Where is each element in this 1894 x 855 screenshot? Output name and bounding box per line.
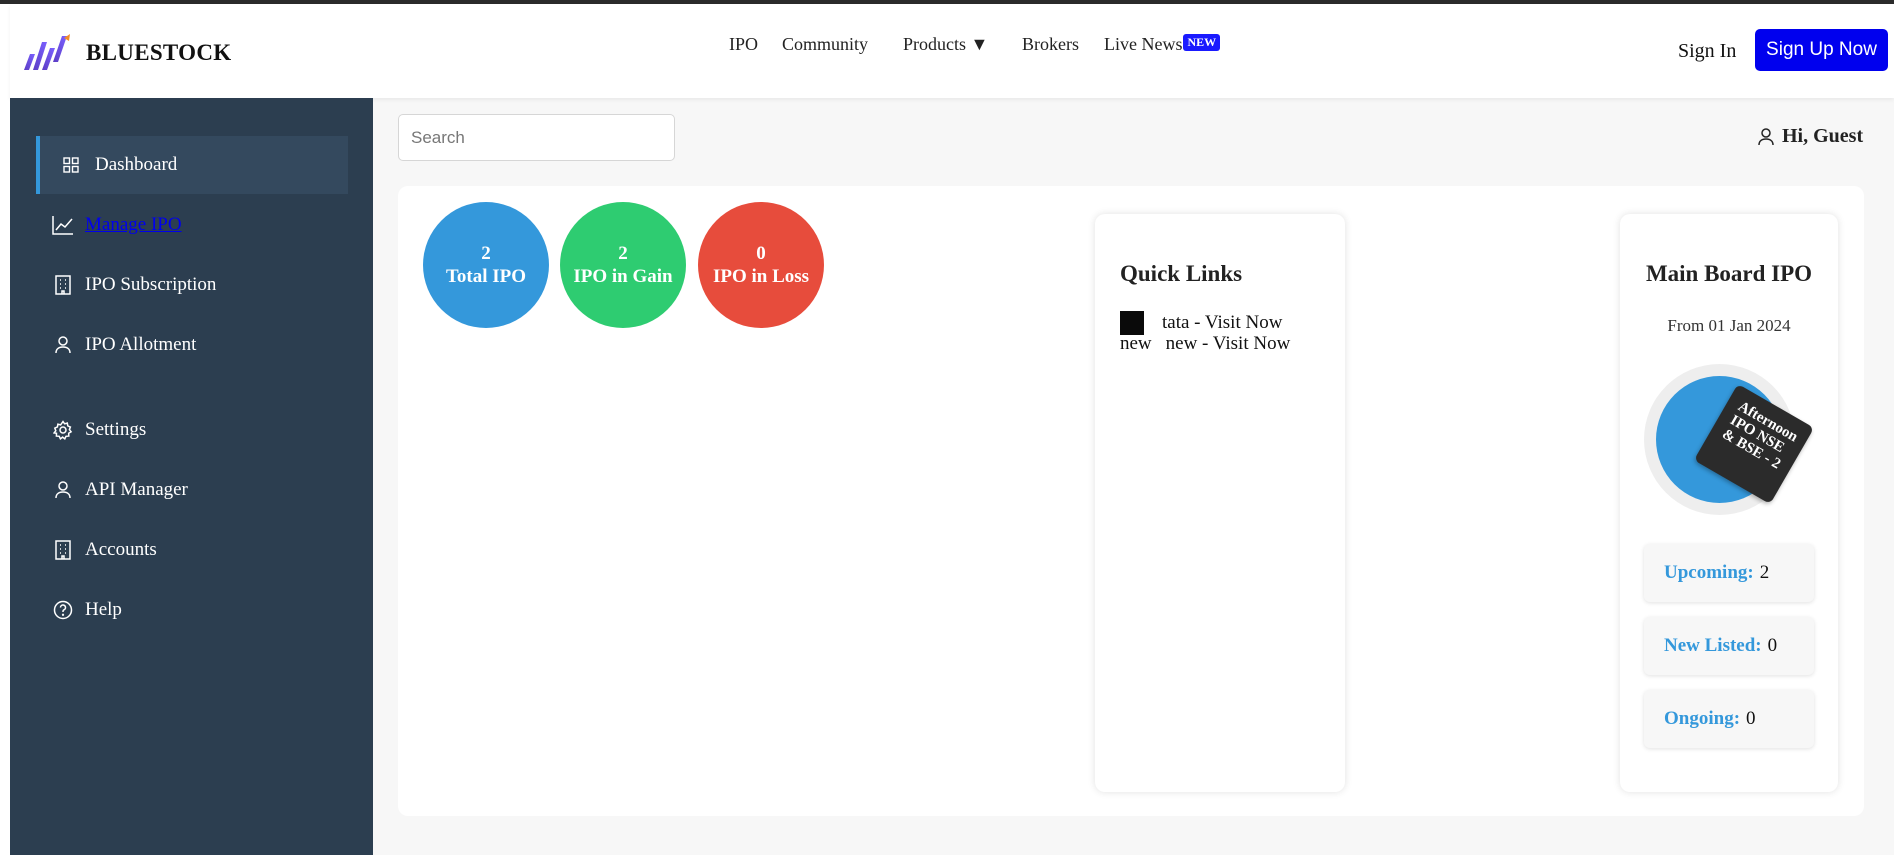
user-icon	[52, 479, 74, 501]
building-icon	[52, 539, 74, 561]
stat-total-ipo: 2 Total IPO	[423, 202, 549, 328]
sidebar-item-help[interactable]: Help	[36, 581, 348, 639]
stat-label: New Listed:	[1664, 635, 1762, 656]
sidebar-item-label: IPO Subscription	[85, 274, 217, 295]
sidebar-item-label: Help	[85, 599, 122, 620]
stat-ipo-in-loss: 0 IPO in Loss	[698, 202, 824, 328]
sidebar-item-ipo-subscription[interactable]: IPO Subscription	[36, 256, 348, 314]
new-listed-stat: New Listed: 0	[1644, 617, 1814, 675]
sign-in-link[interactable]: Sign In	[1678, 40, 1736, 63]
nav-ipo[interactable]: IPO	[729, 34, 758, 55]
quick-link-text[interactable]: tata - Visit Now	[1162, 312, 1282, 334]
quick-links-card: Quick Links tata - Visit Now new new - V…	[1095, 214, 1345, 792]
sidebar-item-label: Dashboard	[95, 154, 178, 175]
user-icon	[1758, 127, 1774, 145]
stat-value: 0	[1746, 708, 1756, 729]
stat-value: 2	[1759, 562, 1770, 583]
grid-icon	[60, 154, 82, 176]
sidebar-item-dashboard[interactable]: Dashboard	[36, 136, 348, 194]
new-badge: NEW	[1183, 34, 1221, 51]
stat-value: 0	[756, 243, 766, 264]
brand-name: BLUESTOCK	[86, 40, 232, 65]
nav-products[interactable]: Products ▼	[903, 34, 988, 55]
upcoming-stat: Upcoming: 2	[1644, 544, 1814, 602]
building-icon	[52, 274, 74, 296]
help-icon	[52, 599, 74, 621]
search-input[interactable]	[398, 114, 675, 161]
stat-value: 2	[481, 243, 491, 264]
sidebar-item-label: Settings	[85, 419, 147, 440]
ipo-donut-chart: Afternoon IPO NSE & BSE - 2	[1644, 364, 1815, 515]
nav-live-news-label: Live News	[1104, 34, 1183, 54]
chart-line-icon	[52, 214, 74, 236]
quick-link-text[interactable]: new - Visit Now	[1166, 333, 1291, 355]
quick-link-item[interactable]: new new - Visit Now	[1120, 333, 1290, 355]
stat-label: IPO in Gain	[573, 266, 673, 287]
sidebar-item-label: Accounts	[85, 539, 157, 560]
quick-links-title: Quick Links	[1120, 261, 1243, 286]
stat-label: IPO in Loss	[712, 266, 810, 287]
nav-live-news[interactable]: Live News NEW	[1104, 34, 1221, 55]
stat-label: Ongoing:	[1664, 708, 1741, 729]
bluestock-logo-icon	[24, 34, 70, 70]
ongoing-stat: Ongoing: 0	[1644, 690, 1814, 748]
sidebar-item-settings[interactable]: Settings	[36, 401, 348, 459]
sidebar-item-api-manager[interactable]: API Manager	[36, 461, 348, 519]
nav-community[interactable]: Community	[782, 34, 868, 55]
broken-image-alt: new	[1120, 333, 1152, 354]
main-board-subtitle: From 01 Jan 2024	[1667, 316, 1791, 335]
user-greeting[interactable]: Hi, Guest	[1758, 125, 1863, 148]
stat-value: 2	[618, 243, 628, 264]
gear-icon	[52, 419, 74, 441]
quick-link-item[interactable]: tata - Visit Now	[1120, 311, 1282, 335]
sign-up-button[interactable]: Sign Up Now	[1755, 29, 1888, 71]
user-icon	[52, 334, 74, 356]
stat-label: Upcoming:	[1664, 562, 1754, 583]
sidebar: Dashboard Manage IPO IPO Subscription IP…	[10, 98, 373, 855]
window-left-edge	[0, 4, 10, 855]
nav-brokers[interactable]: Brokers	[1022, 34, 1079, 55]
main-board-ipo-card: Main Board IPO From 01 Jan 2024 Afternoo…	[1620, 214, 1838, 792]
stat-ipo-in-gain: 2 IPO in Gain	[560, 202, 686, 328]
stat-label: Total IPO	[445, 266, 527, 287]
tata-thumbnail	[1120, 311, 1144, 335]
sidebar-item-label[interactable]: Manage IPO	[85, 214, 182, 236]
sidebar-item-label: API Manager	[85, 479, 188, 500]
dashboard-panel: 2 Total IPO 2 IPO in Gain 0 IPO in Loss …	[398, 186, 1864, 816]
sidebar-item-label: IPO Allotment	[85, 334, 197, 355]
sidebar-item-accounts[interactable]: Accounts	[36, 521, 348, 579]
brand-logo[interactable]: BLUESTOCK	[20, 32, 231, 74]
sidebar-item-ipo-allotment[interactable]: IPO Allotment	[36, 316, 348, 374]
greeting-text: Hi, Guest	[1782, 125, 1864, 147]
stat-value: 0	[1767, 635, 1778, 656]
top-header: BLUESTOCK IPO Community Products ▼ Broke…	[10, 4, 1894, 98]
sidebar-item-manage-ipo[interactable]: Manage IPO	[36, 196, 348, 254]
main-board-title: Main Board IPO	[1645, 261, 1813, 286]
